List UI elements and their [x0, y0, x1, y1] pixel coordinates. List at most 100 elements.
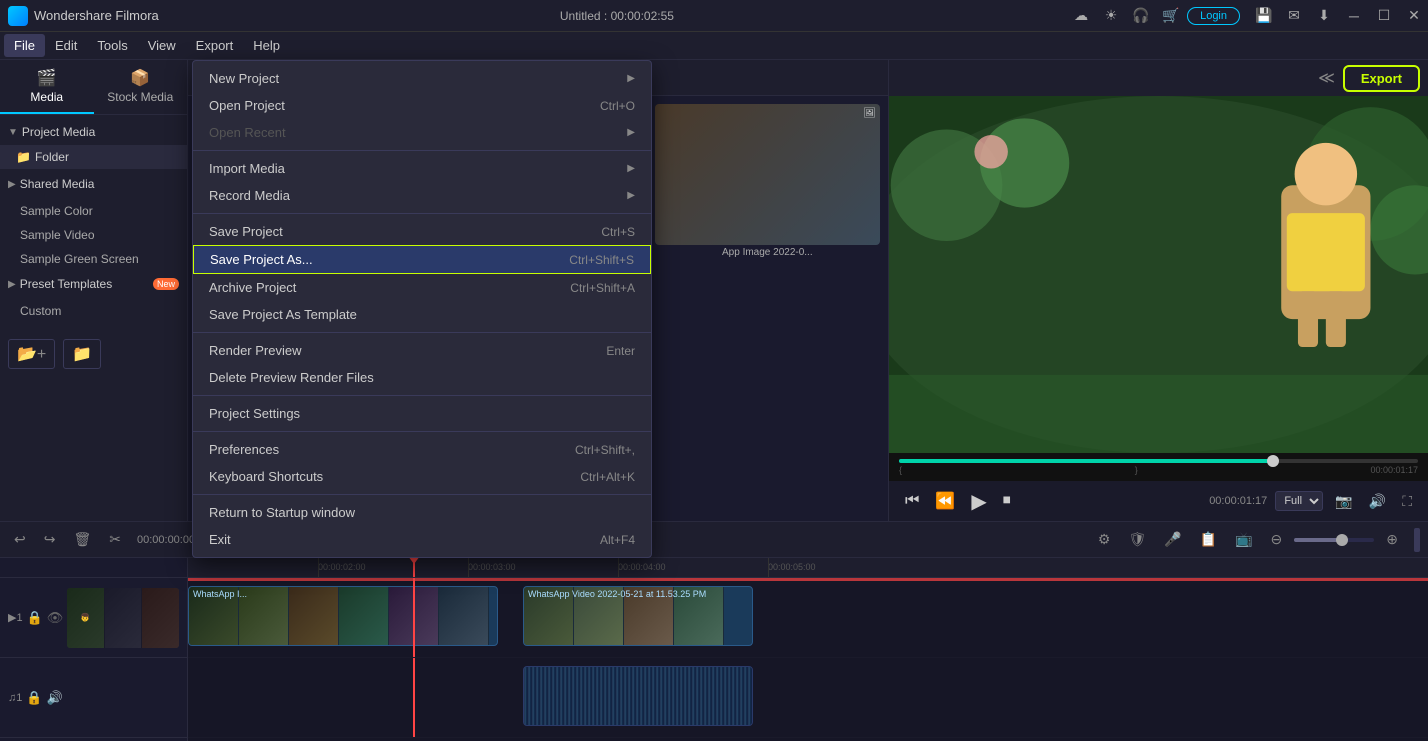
menu-view[interactable]: View — [138, 34, 186, 57]
menu-save-as-template[interactable]: Save Project As Template — [193, 301, 651, 328]
menu-open-project[interactable]: Open Project Ctrl+O — [193, 92, 651, 119]
app-name: Wondershare Filmora — [34, 8, 159, 23]
video-track-icons: 🔒 👁 — [27, 610, 64, 626]
progress-bar[interactable] — [899, 459, 1418, 463]
shield-tool-button[interactable]: 🛡 — [1122, 528, 1152, 551]
menu-edit[interactable]: Edit — [45, 34, 87, 57]
zoom-slider[interactable] — [1294, 538, 1374, 542]
tab-media[interactable]: 🎬 Media — [0, 60, 94, 114]
media-thumb-2[interactable]: 🖼 — [655, 104, 880, 245]
menu-keyboard-shortcuts[interactable]: Keyboard Shortcuts Ctrl+Alt+K — [193, 463, 651, 490]
sidebar-item-sample-video[interactable]: Sample Video — [0, 223, 187, 247]
menu-delete-preview[interactable]: Delete Preview Render Files — [193, 364, 651, 391]
menu-open-recent[interactable]: Open Recent ▶ — [193, 119, 651, 146]
video-clip-0[interactable]: WhatsApp I... — [188, 586, 498, 646]
menu-import-media[interactable]: Import Media ▶ — [193, 155, 651, 182]
eye-icon[interactable]: 👁 — [47, 610, 64, 626]
download-icon[interactable]: ⬇ — [1310, 2, 1338, 30]
volume-icon[interactable]: 🔊 — [1365, 489, 1390, 514]
zoom-in-button[interactable]: ⊕ — [1380, 528, 1404, 551]
video-clip-1[interactable]: WhatsApp Video 2022-05-21 at 11.53.25 PM — [523, 586, 753, 646]
menu-tools[interactable]: Tools — [87, 34, 137, 57]
menu-archive-project[interactable]: Archive Project Ctrl+Shift+A — [193, 274, 651, 301]
login-button[interactable]: Login — [1187, 7, 1240, 25]
menu-file[interactable]: File — [4, 34, 45, 57]
zoom-thumb[interactable] — [1336, 534, 1348, 546]
tab-stock-media[interactable]: 📦 Stock Media — [94, 60, 188, 114]
menu-project-settings[interactable]: Project Settings — [193, 400, 651, 427]
shared-media-label: Shared Media — [20, 177, 179, 191]
shared-media-header[interactable]: ▶ Shared Media — [0, 171, 187, 197]
board-button[interactable]: 📋 — [1194, 528, 1223, 551]
rewind-button[interactable]: ⏮ — [901, 488, 923, 514]
audio-lock-icon[interactable]: 🔒 — [26, 690, 42, 706]
menu-save-project[interactable]: Save Project Ctrl+S — [193, 218, 651, 245]
new-project-arrow: ▶ — [627, 73, 635, 84]
audio-clip-0[interactable] — [523, 666, 753, 726]
quality-select[interactable]: Full 1/2 1/4 — [1275, 491, 1323, 511]
menu-export[interactable]: Export — [186, 34, 244, 57]
save-project-as-shortcut: Ctrl+Shift+S — [569, 253, 634, 267]
menu-help[interactable]: Help — [243, 34, 290, 57]
sidebar-item-sample-color[interactable]: Sample Color — [0, 199, 187, 223]
zoom-out-button[interactable]: ⊖ — [1265, 528, 1289, 551]
stop-button[interactable]: ⏹ — [999, 488, 1015, 514]
delete-button[interactable]: 🗑 — [67, 528, 97, 551]
export-button[interactable]: Export — [1343, 65, 1420, 92]
menu-save-project-as[interactable]: Save Project As... Ctrl+Shift+S — [193, 245, 651, 274]
pip-button[interactable]: 📺 — [1229, 528, 1258, 551]
cut-button[interactable]: ✂ — [103, 528, 127, 551]
minimize-button[interactable]: ─ — [1340, 2, 1368, 30]
sidebar-tree: ▼ Project Media 📁 Folder ▶ Shared Media … — [0, 115, 187, 521]
progress-markers: { } 00:00:01:17 — [899, 465, 1418, 475]
fullscreen-icon[interactable]: ⛶ — [1398, 489, 1416, 514]
section-shared-media: ▶ Shared Media — [0, 171, 187, 197]
menu-preferences[interactable]: Preferences Ctrl+Shift+, — [193, 436, 651, 463]
lock-icon[interactable]: 🔒 — [27, 610, 43, 626]
headphones-icon[interactable]: 🎧 — [1127, 2, 1155, 30]
project-media-header[interactable]: ▼ Project Media — [0, 119, 187, 145]
mic-button[interactable]: 🎤 — [1158, 528, 1187, 551]
redo-button[interactable]: ↪ — [38, 528, 62, 551]
progress-fill — [899, 459, 1273, 463]
menu-return-startup[interactable]: Return to Startup window — [193, 499, 651, 526]
cloud-icon[interactable]: ☁ — [1067, 2, 1095, 30]
clip-thumb-03 — [339, 587, 389, 645]
sample-color-label: Sample Color — [20, 204, 93, 218]
menu-new-project[interactable]: New Project ▶ — [193, 65, 651, 92]
folder-item[interactable]: 📁 Folder — [0, 145, 187, 169]
audio-mute-icon[interactable]: 🔊 — [47, 690, 63, 706]
sun-icon[interactable]: ☀ — [1097, 2, 1125, 30]
timeline-handle[interactable] — [1414, 528, 1420, 552]
preset-arrow: ▶ — [8, 279, 16, 290]
folder-icon-button[interactable]: 📁 — [63, 339, 101, 369]
progress-thumb[interactable] — [1267, 455, 1279, 467]
close-button[interactable]: ✕ — [1400, 2, 1428, 30]
save-icon[interactable]: 💾 — [1250, 2, 1278, 30]
maximize-button[interactable]: ☐ — [1370, 2, 1398, 30]
menu-render-preview[interactable]: Render Preview Enter — [193, 337, 651, 364]
mail-icon[interactable]: ✉ — [1280, 2, 1308, 30]
keyboard-shortcuts-label: Keyboard Shortcuts — [209, 469, 580, 484]
section-project-media: ▼ Project Media 📁 Folder — [0, 119, 187, 169]
new-badge: New — [153, 278, 179, 290]
sun-tool-button[interactable]: ⚙ — [1092, 528, 1117, 551]
archive-project-shortcut: Ctrl+Shift+A — [570, 281, 635, 295]
add-folder-button[interactable]: 📂+ — [8, 339, 55, 369]
tab-stock-label: Stock Media — [107, 90, 173, 104]
ruler-label-3: 00:00:05:00 — [768, 562, 816, 572]
menu-exit[interactable]: Exit Alt+F4 — [193, 526, 651, 553]
preset-templates-header[interactable]: ▶ Preset Templates New — [0, 271, 187, 297]
cart-icon[interactable]: 🛒 — [1157, 2, 1185, 30]
open-project-shortcut: Ctrl+O — [600, 99, 635, 113]
collapse-button[interactable]: ≪ — [1318, 68, 1335, 88]
play-button[interactable]: ▶ — [967, 485, 990, 518]
playhead-head — [408, 558, 420, 564]
screenshot-icon[interactable]: 📷 — [1331, 489, 1356, 514]
step-back-button[interactable]: ⏪ — [931, 487, 959, 515]
undo-button[interactable]: ↩ — [8, 528, 32, 551]
sidebar-item-sample-green[interactable]: Sample Green Screen — [0, 247, 187, 271]
menu-record-media[interactable]: Record Media ▶ — [193, 182, 651, 209]
sidebar-item-custom[interactable]: Custom — [0, 299, 187, 323]
return-startup-label: Return to Startup window — [209, 505, 635, 520]
